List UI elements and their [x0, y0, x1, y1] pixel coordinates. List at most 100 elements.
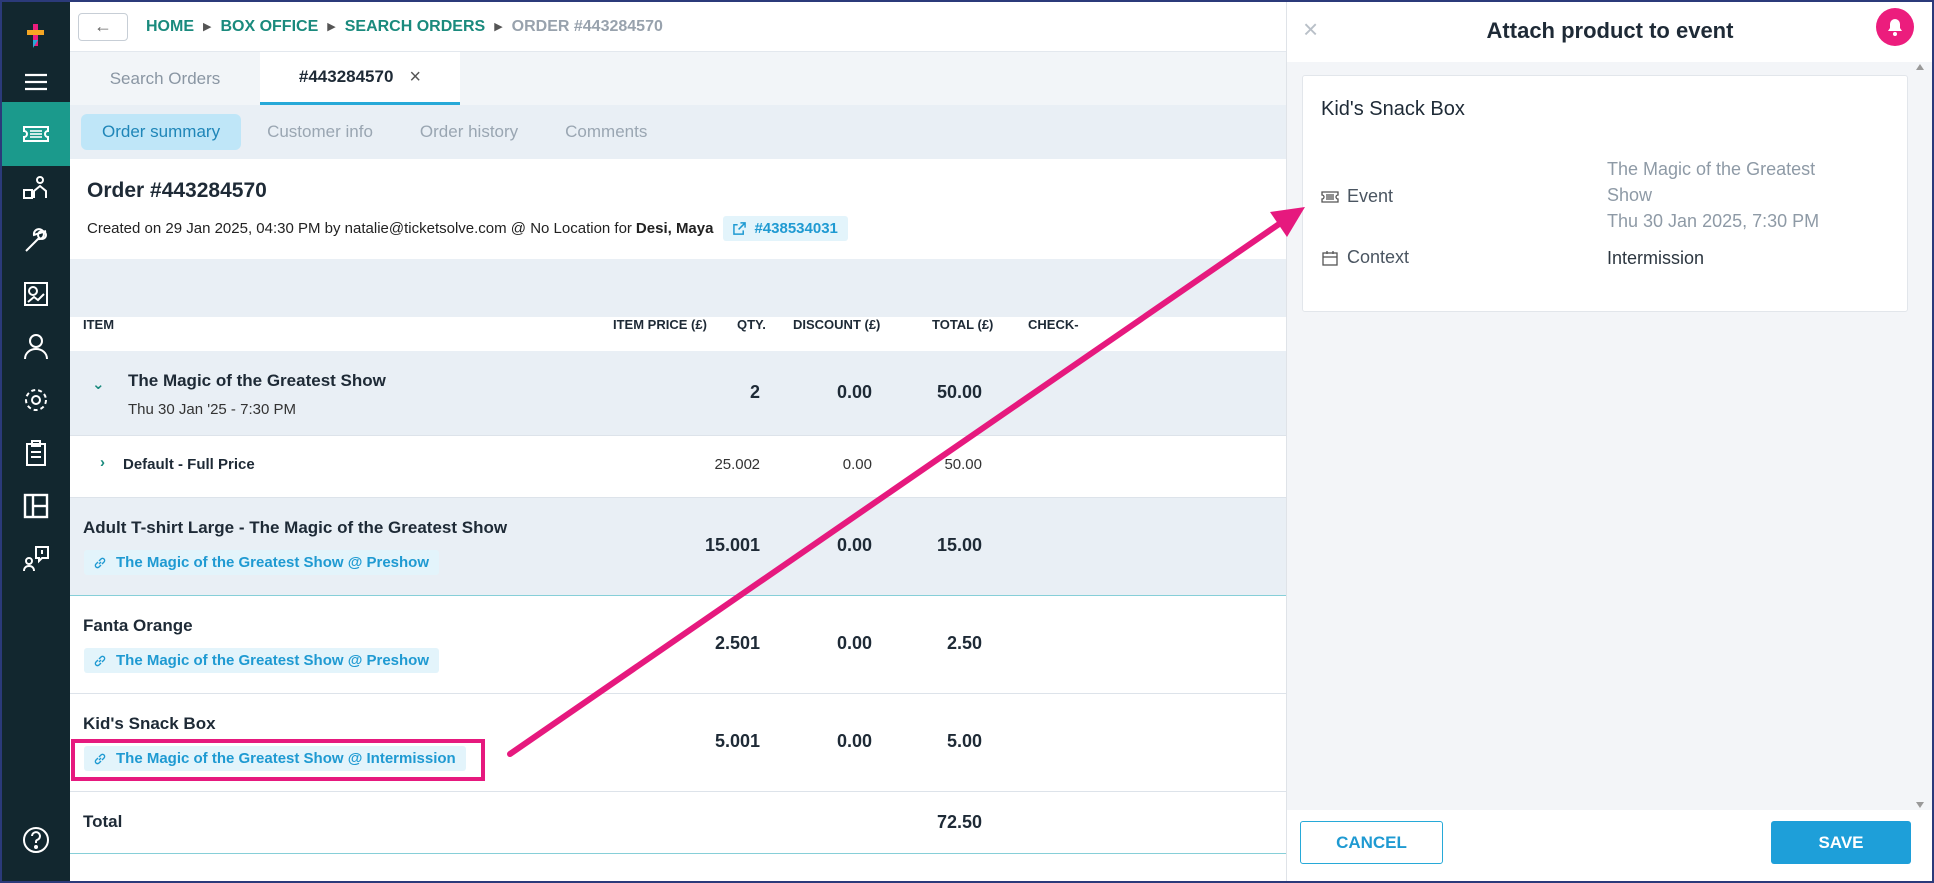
main-panel: ← HOME ▶ BOX OFFICE ▶ SEARCH ORDERS ▶ OR… [70, 2, 1286, 881]
order-customer-name[interactable]: Desi, Maya [636, 220, 714, 237]
link-icon [94, 753, 106, 764]
event-name-line1: The Magic of the Greatest [1607, 159, 1816, 179]
breadcrumb: HOME ▶ BOX OFFICE ▶ SEARCH ORDERS ▶ ORDE… [146, 18, 663, 36]
event-qty: 2 [749, 382, 760, 402]
context-label-text: Context [1347, 247, 1410, 267]
subtab-comments[interactable]: Comments [544, 114, 668, 150]
subtab-order-history[interactable]: Order history [399, 114, 539, 150]
back-arrow-icon: ← [94, 16, 112, 36]
context-value: Intermission [1607, 248, 1705, 268]
linked-order-link[interactable]: #438534031 [723, 216, 848, 241]
context-label: Context [1321, 247, 1409, 268]
tab-bar: Search Orders #443284570 × [70, 52, 1286, 105]
product-title: Adult T-shirt Large - The Magic of the G… [83, 518, 508, 537]
breadcrumb-home[interactable]: HOME [146, 18, 194, 36]
product-title: Fanta Orange [83, 616, 193, 635]
chevron-right-icon[interactable]: › [100, 454, 105, 471]
drawer-footer: CANCEL SAVE [1287, 810, 1932, 881]
save-button[interactable]: SAVE [1771, 821, 1911, 864]
scroll-up-icon[interactable] [1916, 64, 1924, 70]
price-total: 50.00 [944, 456, 982, 473]
link-icon [94, 655, 106, 666]
subtab-bar: Order summary Customer info Order histor… [70, 105, 1286, 159]
product-qty: 1 [749, 633, 760, 653]
linked-order-number: #438534031 [754, 220, 838, 237]
product-title: Kid's Snack Box [83, 714, 216, 733]
calendar-icon [1322, 250, 1338, 266]
subtab-order-summary[interactable]: Order summary [81, 114, 242, 150]
notification-bell-icon[interactable] [1876, 8, 1914, 46]
breadcrumb-separator-icon: ▶ [203, 21, 212, 33]
drawer-title: Attach product to event [1486, 18, 1734, 43]
back-button[interactable]: ← [78, 12, 128, 41]
total-value: 72.50 [936, 812, 982, 832]
table-row-product[interactable]: Adult T-shirt Large - The Magic of the G… [70, 498, 1286, 596]
cancel-button[interactable]: CANCEL [1300, 821, 1443, 864]
event-value: The Magic of the Greatest Show Thu 30 Ja… [1607, 156, 1887, 234]
event-discount: 0.00 [836, 382, 872, 402]
breadcrumb-current: ORDER #443284570 [511, 17, 663, 35]
total-label: Total [83, 812, 123, 831]
col-item: ITEM [83, 317, 115, 332]
table-row-event[interactable]: ⌄ The Magic of the Greatest Show Thu 30 … [70, 351, 1286, 436]
table-header: ITEM ITEM PRICE (£) QTY. DISCOUNT (£) TO… [70, 317, 1286, 351]
product-total: 5.00 [946, 731, 982, 751]
ticket-icon [1321, 190, 1339, 203]
scroll-down-icon[interactable] [1916, 802, 1924, 808]
attached-event-tag[interactable]: The Magic of the Greatest Show @ Preshow [84, 648, 440, 673]
top-bar: ← HOME ▶ BOX OFFICE ▶ SEARCH ORDERS ▶ OR… [70, 2, 1286, 52]
support-chat-icon[interactable] [2, 527, 70, 591]
product-name: Kid's Snack Box [1321, 98, 1465, 120]
tag-label: The Magic of the Greatest Show @ Preshow [116, 652, 430, 669]
col-total: TOTAL (£) [932, 317, 994, 332]
app-window: ← HOME ▶ BOX OFFICE ▶ SEARCH ORDERS ▶ OR… [0, 0, 1934, 883]
event-datetime: Thu 30 Jan 2025, 7:30 PM [1607, 211, 1820, 231]
product-total: 15.00 [936, 535, 982, 555]
col-qty: QTY. [737, 317, 766, 332]
product-qty: 1 [749, 535, 760, 555]
tab-search-orders[interactable]: Search Orders [70, 52, 260, 105]
table-row-product[interactable]: Fanta Orange The Magic of the Greatest S… [70, 596, 1286, 694]
tab-label: #443284570 [298, 67, 394, 86]
tag-label: The Magic of the Greatest Show @ Intermi… [116, 750, 456, 767]
subtab-customer-info[interactable]: Customer info [246, 114, 394, 150]
breadcrumb-separator-icon: ▶ [494, 21, 503, 33]
attached-event-tag[interactable]: The Magic of the Greatest Show @ Intermi… [84, 746, 466, 771]
price-label: Default - Full Price [123, 456, 255, 473]
external-link-icon [733, 222, 747, 235]
event-label: Event [1321, 186, 1393, 207]
event-label-text: Event [1347, 186, 1394, 206]
drawer-header: × Attach product to event [1287, 2, 1932, 62]
breadcrumb-search-orders[interactable]: SEARCH ORDERS [345, 18, 485, 36]
order-header: Order #443284570 Created on 29 Jan 2025,… [70, 159, 1286, 259]
price-qty: 2 [751, 456, 760, 473]
attach-product-drawer: × Attach product to event Kid's Snack Bo… [1286, 2, 1932, 881]
tab-order[interactable]: #443284570 × [260, 52, 460, 105]
help-icon[interactable] [2, 808, 70, 872]
breadcrumb-separator-icon: ▶ [327, 21, 336, 33]
tag-label: The Magic of the Greatest Show @ Preshow [116, 554, 430, 571]
breadcrumb-box-office[interactable]: BOX OFFICE [220, 18, 318, 36]
price-discount: 0.00 [842, 456, 872, 473]
event-title: The Magic of the Greatest Show [128, 371, 386, 390]
chevron-down-icon[interactable]: ⌄ [92, 375, 105, 393]
product-discount: 0.00 [836, 731, 872, 751]
event-name-line2: Show [1607, 185, 1653, 205]
close-tab-icon[interactable]: × [409, 66, 421, 89]
order-meta: Created on 29 Jan 2025, 04:30 PM by nata… [87, 216, 848, 241]
product-qty: 1 [749, 731, 760, 751]
table-row-price[interactable]: › Default - Full Price 25.00 2 0.00 50.0… [70, 436, 1286, 498]
table-row-product[interactable]: Kid's Snack Box The Magic of the Greates… [70, 694, 1286, 792]
link-icon [94, 557, 106, 568]
order-title: Order #443284570 [87, 179, 267, 202]
product-discount: 0.00 [836, 633, 872, 653]
col-discount: DISCOUNT (£) [793, 317, 881, 332]
col-checkin: CHECK- [1028, 317, 1079, 332]
attached-event-tag[interactable]: The Magic of the Greatest Show @ Preshow [84, 550, 440, 575]
table-spacer [70, 259, 1286, 317]
event-total: 50.00 [936, 382, 982, 402]
drawer-scrollbar[interactable] [1914, 62, 1924, 810]
product-discount: 0.00 [836, 535, 872, 555]
tab-label: Search Orders [109, 68, 221, 88]
event-date: Thu 30 Jan '25 - 7:30 PM [128, 401, 296, 418]
